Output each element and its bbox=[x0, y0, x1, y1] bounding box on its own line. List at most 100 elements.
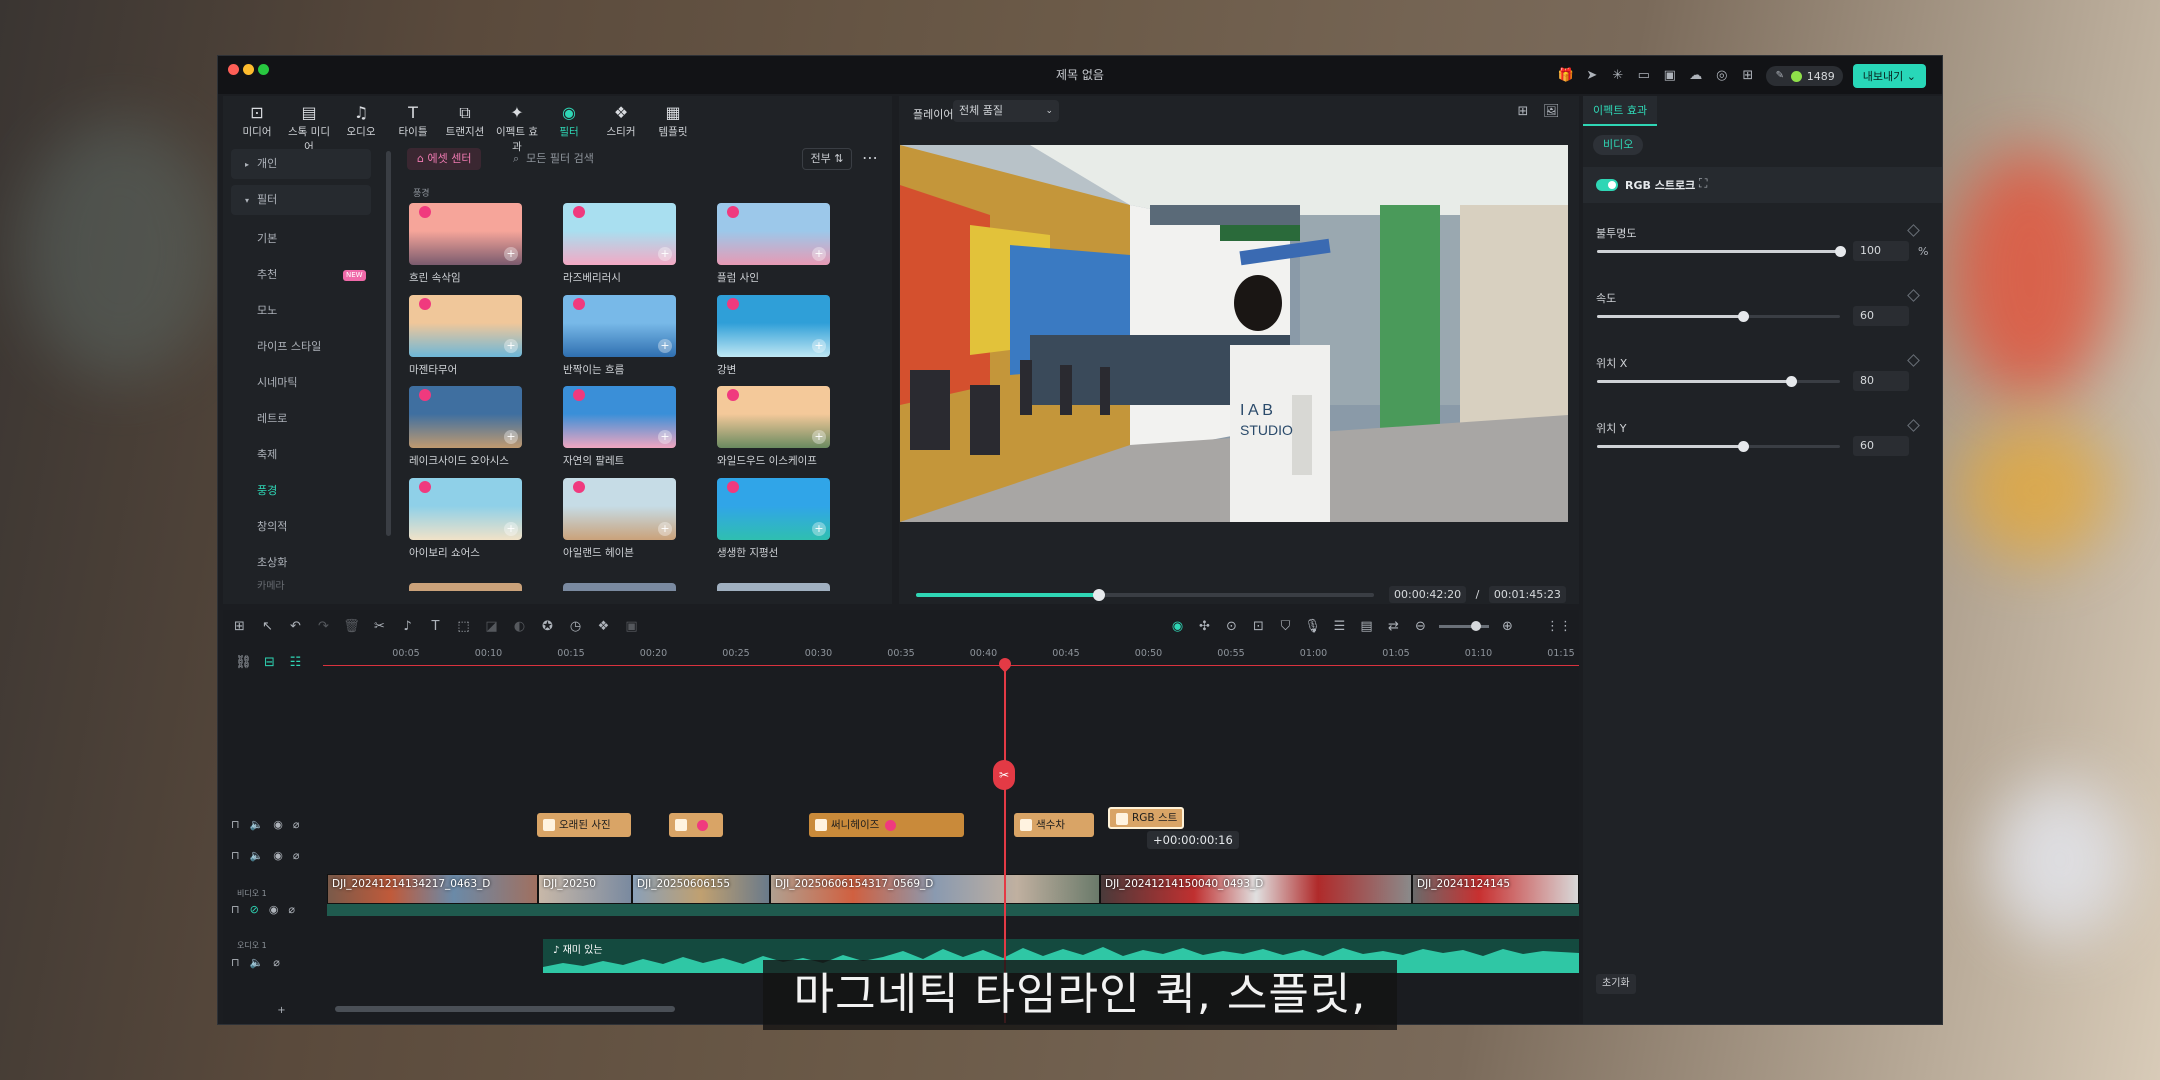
add-track-icon[interactable]: ⊟ bbox=[261, 654, 278, 671]
undo-icon[interactable]: ↶ bbox=[287, 618, 304, 635]
render-icon[interactable]: ⊙ bbox=[1223, 618, 1240, 635]
select-tool-icon[interactable]: ↖ bbox=[259, 618, 276, 635]
param-slider-knob[interactable] bbox=[1786, 376, 1798, 387]
param-value-input[interactable]: 80 bbox=[1853, 371, 1909, 391]
category-item[interactable]: 카메라 bbox=[231, 581, 371, 593]
tab-templates[interactable]: ▦ 템플릿 bbox=[649, 102, 697, 154]
mic-icon[interactable]: 🎙 bbox=[1304, 618, 1321, 635]
reset-button[interactable]: 초기화 bbox=[1596, 974, 1636, 994]
param-slider-knob[interactable] bbox=[1737, 311, 1749, 322]
effect-clip[interactable]: 오래된 사진 bbox=[537, 813, 631, 837]
tab-stickers[interactable]: ❖ 스티커 bbox=[597, 102, 645, 154]
eye-icon[interactable]: ◉ bbox=[273, 849, 283, 862]
video-clip[interactable]: DJI_20241214134217_0463_D bbox=[327, 874, 538, 904]
filter-card[interactable]: + 플럼 사인 bbox=[717, 203, 830, 295]
layout-icon[interactable]: ▭ bbox=[1636, 68, 1652, 84]
text-tool-icon[interactable]: T bbox=[427, 618, 444, 635]
gift-icon[interactable]: 🎁 bbox=[1558, 68, 1574, 84]
send-icon[interactable]: ➤ bbox=[1584, 68, 1600, 84]
tab-media[interactable]: ⊡ 미디어 bbox=[233, 102, 281, 154]
image-icon[interactable]: 🖼 bbox=[1543, 104, 1560, 120]
add-icon[interactable]: + bbox=[812, 338, 826, 353]
video-clip[interactable]: DJI_20241214150040_0493_D bbox=[1100, 874, 1412, 904]
effect-clip-selected[interactable]: RGB 스트 bbox=[1108, 807, 1184, 829]
keyframe-icon[interactable] bbox=[1907, 354, 1920, 367]
category-item[interactable]: 시네마틱 bbox=[231, 365, 371, 401]
save-icon[interactable]: ▣ bbox=[1662, 68, 1678, 84]
tab-stock-media[interactable]: ▤ 스톡 미디어 bbox=[285, 102, 333, 154]
mute-icon[interactable]: 🔈 bbox=[250, 956, 264, 969]
filter-card[interactable]: + 아이보리 쇼어스 bbox=[409, 477, 522, 570]
category-filter[interactable]: ▾ 필터 bbox=[231, 185, 371, 215]
filter-all-dropdown[interactable]: 전부 ⇅ bbox=[802, 148, 852, 170]
mute-icon[interactable]: 🔈 bbox=[250, 849, 264, 862]
search-input[interactable]: ⌕ 모든 필터 검색 bbox=[513, 148, 773, 170]
lock-icon[interactable]: ⊓ bbox=[231, 903, 240, 916]
tab-filters[interactable]: ◉ 필터 bbox=[545, 102, 593, 154]
speed-icon[interactable]: ◷ bbox=[567, 618, 584, 635]
loading-icon[interactable]: ✳ bbox=[1610, 68, 1626, 84]
zoom-in-icon[interactable]: ⊕ bbox=[1499, 618, 1516, 635]
lock-icon[interactable]: ⊓ bbox=[231, 818, 240, 831]
layout-icon[interactable]: ⊞ bbox=[231, 618, 248, 635]
add-icon[interactable]: + bbox=[658, 430, 672, 444]
split-scissors-icon[interactable]: ✂ bbox=[993, 760, 1015, 790]
zoom-slider[interactable] bbox=[1439, 621, 1489, 631]
category-item[interactable]: 모노 bbox=[231, 293, 371, 329]
keyframe-icon[interactable] bbox=[1907, 289, 1920, 302]
link-icon[interactable]: ⛓ bbox=[235, 654, 252, 671]
delete-icon[interactable]: 🗑 bbox=[343, 618, 360, 635]
category-item[interactable]: 축제 bbox=[231, 437, 371, 473]
filter-card[interactable]: + 레이크사이드 오아시스 bbox=[409, 386, 522, 478]
param-value-input[interactable]: 60 bbox=[1853, 306, 1909, 326]
filter-card[interactable]: + 강변 bbox=[717, 294, 830, 387]
filter-card[interactable]: + 생생한 지평선 bbox=[717, 477, 830, 570]
category-item[interactable]: 레트로 bbox=[231, 401, 371, 437]
video-clip[interactable]: DJI_20250 bbox=[538, 874, 632, 904]
audio-tool-icon[interactable]: ♪ bbox=[399, 618, 416, 635]
add-icon[interactable]: + bbox=[812, 521, 826, 536]
category-item[interactable]: 창의적 bbox=[231, 509, 371, 545]
filter-card[interactable]: + 라즈베리러시 bbox=[563, 203, 676, 295]
cloud-icon[interactable]: ☁ bbox=[1688, 68, 1704, 84]
magnetic-icon[interactable]: ◉ bbox=[1169, 618, 1186, 635]
track-tools-icon[interactable]: ⌀ bbox=[293, 849, 300, 862]
category-item[interactable]: 기본 bbox=[231, 221, 371, 257]
add-icon[interactable]: + bbox=[658, 247, 672, 261]
category-item[interactable]: 초상화 bbox=[231, 545, 371, 581]
lock-icon[interactable]: ⊓ bbox=[231, 849, 240, 862]
add-icon[interactable]: + bbox=[504, 430, 518, 444]
zoom-knob[interactable] bbox=[1471, 621, 1481, 631]
add-icon[interactable]: + bbox=[273, 1002, 290, 1019]
category-scrollbar[interactable] bbox=[386, 151, 391, 536]
marker-icon[interactable]: ⊡ bbox=[1250, 618, 1267, 635]
filter-card[interactable]: + 흐린 속삭임 bbox=[409, 203, 522, 295]
param-value-input[interactable]: 100 bbox=[1853, 241, 1909, 261]
playback-seekbar[interactable] bbox=[916, 589, 1374, 601]
filter-card[interactable]: + 마젠타무어 bbox=[409, 294, 522, 387]
keyframe-icon[interactable] bbox=[1907, 419, 1920, 432]
eye-icon[interactable]: ◉ bbox=[269, 903, 279, 916]
group-icon[interactable]: ❖ bbox=[595, 618, 612, 635]
add-icon[interactable]: + bbox=[812, 247, 826, 261]
effect-clip[interactable] bbox=[669, 813, 723, 837]
video-clip[interactable]: DJI_20250606154317_0569_D bbox=[770, 874, 1100, 904]
param-value-input[interactable]: 60 bbox=[1853, 436, 1909, 456]
zoom-out-icon[interactable]: ⊖ bbox=[1412, 618, 1429, 635]
effect-toggle[interactable] bbox=[1596, 179, 1618, 191]
color-icon[interactable]: ◐ bbox=[511, 618, 528, 635]
replace-icon[interactable]: ⇄ bbox=[1385, 618, 1402, 635]
tab-effect-properties[interactable]: 이펙트 효과 bbox=[1583, 96, 1658, 126]
param-slider-knob[interactable] bbox=[1737, 441, 1749, 452]
redo-icon[interactable]: ↷ bbox=[315, 618, 332, 635]
effect-clip[interactable]: 색수차 bbox=[1014, 813, 1094, 837]
more-tools-icon[interactable]: ▣ bbox=[623, 618, 640, 635]
lock-icon[interactable]: ⊓ bbox=[231, 956, 240, 969]
add-icon[interactable]: + bbox=[504, 521, 518, 536]
add-icon[interactable]: + bbox=[658, 338, 672, 353]
support-icon[interactable]: ◎ bbox=[1714, 68, 1730, 84]
grid-view-icon[interactable]: ⊞ bbox=[1515, 104, 1531, 120]
asset-center-button[interactable]: ⌂ 에셋 센터 bbox=[407, 148, 482, 170]
mute-icon[interactable]: 🔈 bbox=[250, 818, 264, 831]
param-slider[interactable] bbox=[1597, 376, 1840, 387]
